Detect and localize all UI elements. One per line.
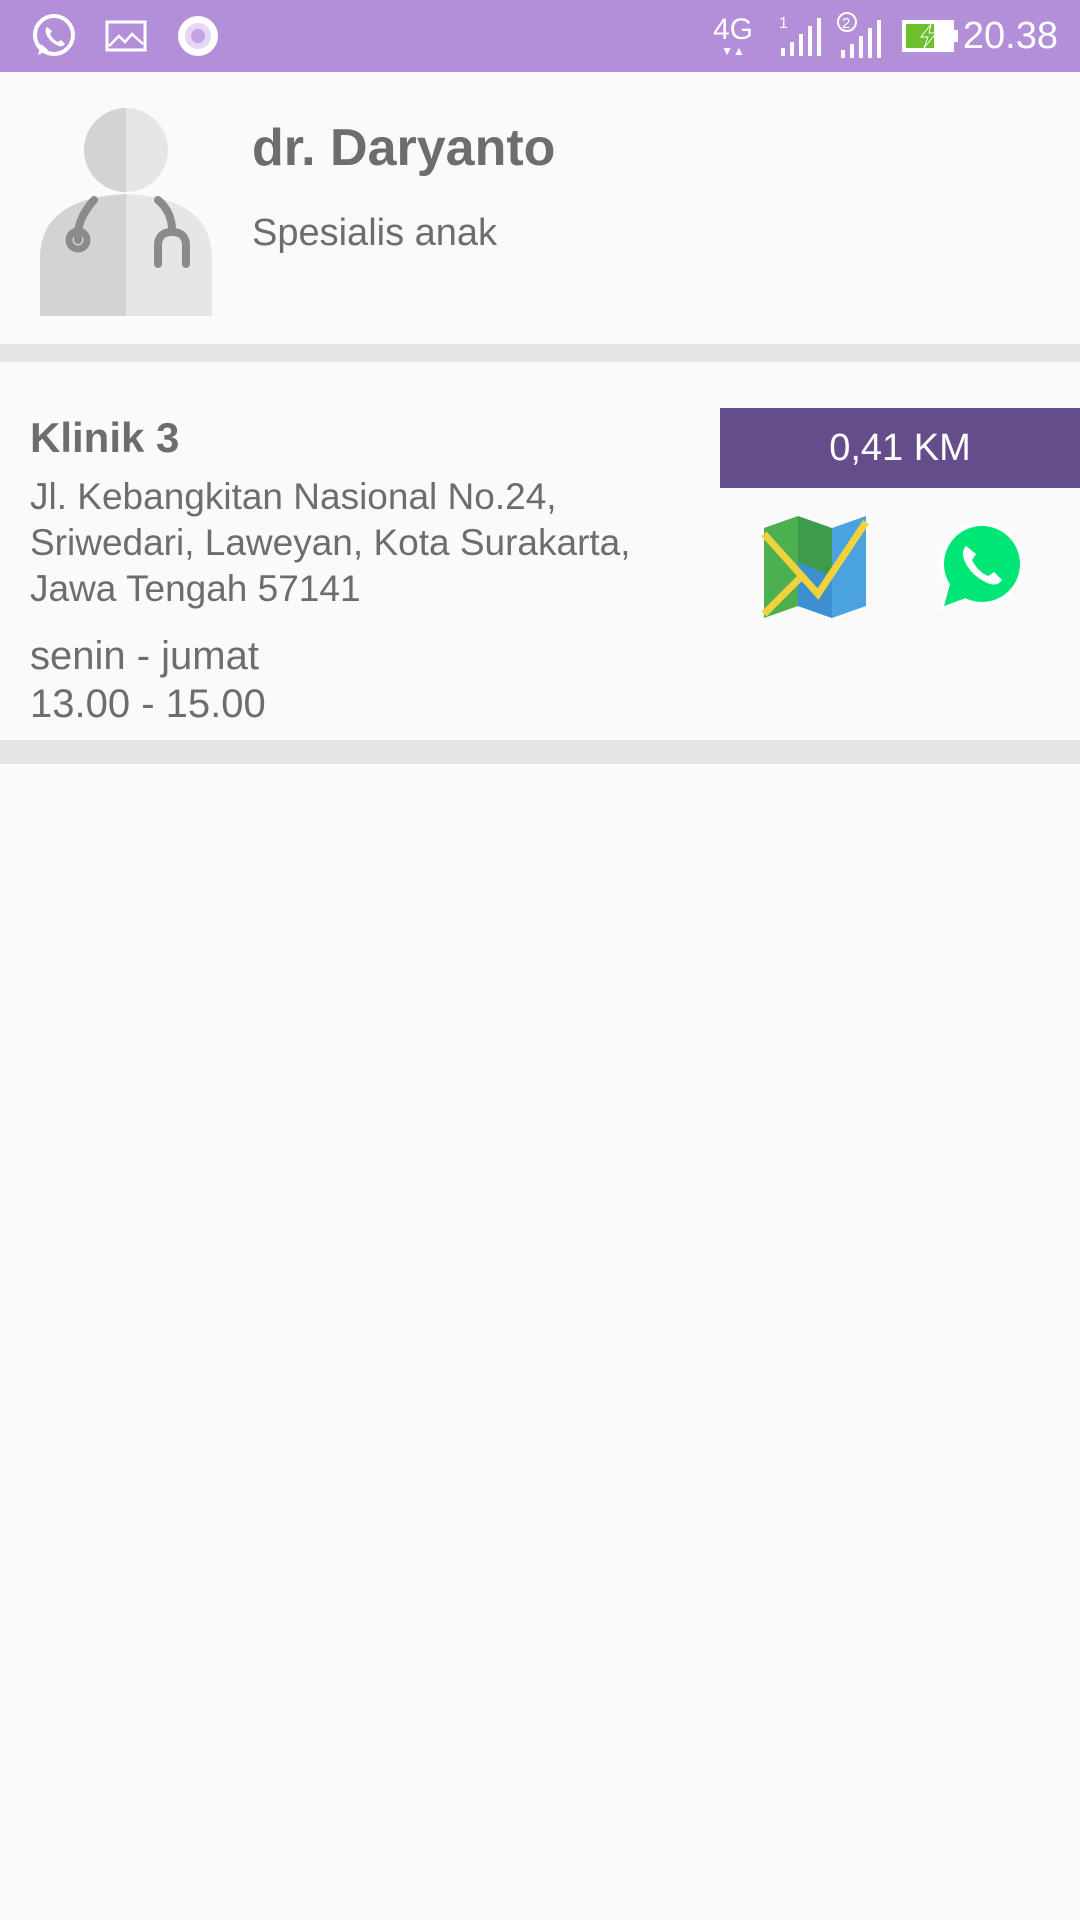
status-bar: 4G ▼▲ 1 2 20.38 <box>0 0 1080 72</box>
map-icon <box>761 516 869 618</box>
clinic-hours: 13.00 - 15.00 <box>30 682 266 726</box>
gallery-icon <box>104 0 148 72</box>
battery-charging-icon <box>900 0 960 72</box>
whatsapp-button[interactable] <box>934 520 1026 612</box>
map-button[interactable] <box>760 516 870 618</box>
doctor-avatar-icon <box>40 108 212 316</box>
network-type-icon: 4G ▼▲ <box>712 13 754 58</box>
signal-icon-sim2: 2 <box>834 0 886 72</box>
clinic-address: Jl. Kebangkitan Nasional No.24, Sriwedar… <box>30 476 631 609</box>
whatsapp-notification-icon <box>28 0 80 72</box>
doctor-header: dr. Daryanto Spesialis anak <box>0 72 1080 344</box>
doctor-specialty: Spesialis anak <box>252 212 498 254</box>
network-type-label: 4G <box>712 13 754 46</box>
whatsapp-icon <box>939 521 1024 610</box>
clinic-card[interactable]: Klinik 3 Jl. Kebangkitan Nasional No.24,… <box>0 362 1080 740</box>
clinic-name: Klinik 3 <box>30 414 180 461</box>
divider <box>0 740 1080 764</box>
record-icon <box>176 0 220 72</box>
distance-label: 0,41 KM <box>829 426 971 469</box>
sim1-label: 1 <box>779 15 788 32</box>
sim2-label: 2 <box>842 15 850 32</box>
doctor-name: dr. Daryanto <box>252 119 556 177</box>
status-time: 20.38 <box>962 15 1058 57</box>
distance-badge: 0,41 KM <box>720 408 1080 488</box>
divider <box>0 344 1080 362</box>
signal-icon: 1 <box>774 0 826 72</box>
clinic-days: senin - jumat <box>30 634 259 678</box>
